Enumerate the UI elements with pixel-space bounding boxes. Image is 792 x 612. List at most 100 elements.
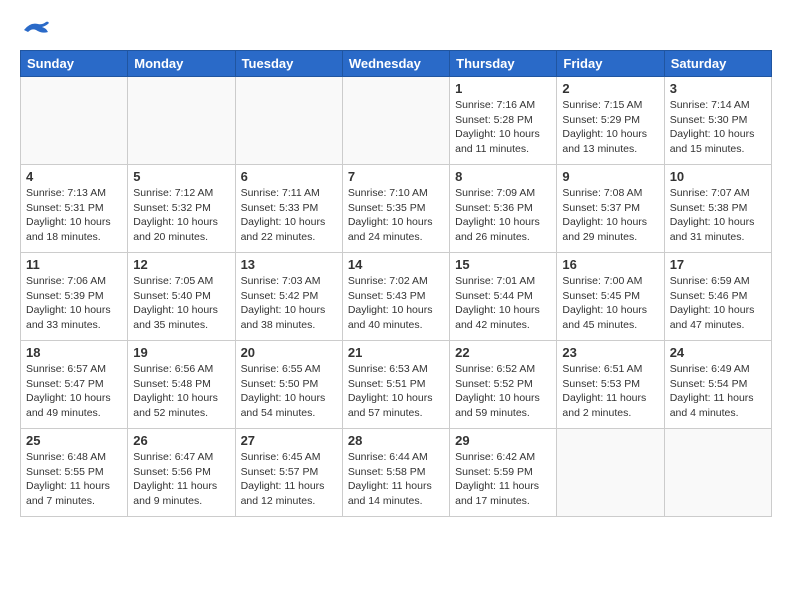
day-info: Sunrise: 7:15 AMSunset: 5:29 PMDaylight:… <box>562 98 658 157</box>
page: SundayMondayTuesdayWednesdayThursdayFrid… <box>0 0 792 527</box>
calendar-day-11: 11 Sunrise: 7:06 AMSunset: 5:39 PMDayligh… <box>21 253 128 341</box>
calendar-empty-cell <box>235 77 342 165</box>
calendar-day-6: 6 Sunrise: 7:11 AMSunset: 5:33 PMDaylight… <box>235 165 342 253</box>
weekday-header-monday: Monday <box>128 51 235 77</box>
day-number: 19 <box>133 345 229 360</box>
calendar-day-24: 24 Sunrise: 6:49 AMSunset: 5:54 PMDayligh… <box>664 341 771 429</box>
day-number: 8 <box>455 169 551 184</box>
calendar-week-row: 11 Sunrise: 7:06 AMSunset: 5:39 PMDayligh… <box>21 253 772 341</box>
day-info: Sunrise: 6:59 AMSunset: 5:46 PMDaylight:… <box>670 274 766 333</box>
weekday-header-sunday: Sunday <box>21 51 128 77</box>
calendar-day-8: 8 Sunrise: 7:09 AMSunset: 5:36 PMDaylight… <box>450 165 557 253</box>
calendar-week-row: 1 Sunrise: 7:16 AMSunset: 5:28 PMDaylight… <box>21 77 772 165</box>
day-number: 17 <box>670 257 766 272</box>
calendar-day-26: 26 Sunrise: 6:47 AMSunset: 5:56 PMDayligh… <box>128 429 235 517</box>
day-info: Sunrise: 7:10 AMSunset: 5:35 PMDaylight:… <box>348 186 444 245</box>
calendar-day-5: 5Sunrise: 7:12 AMSunset: 5:32 PMDaylight… <box>128 165 235 253</box>
calendar-day-3: 3 Sunrise: 7:14 AMSunset: 5:30 PMDaylight… <box>664 77 771 165</box>
day-info: Sunrise: 6:55 AMSunset: 5:50 PMDaylight:… <box>241 362 337 421</box>
day-info: Sunrise: 6:56 AMSunset: 5:48 PMDaylight:… <box>133 362 229 421</box>
calendar-day-29: 29 Sunrise: 6:42 AMSunset: 5:59 PMDayligh… <box>450 429 557 517</box>
calendar-day-28: 28 Sunrise: 6:44 AMSunset: 5:58 PMDayligh… <box>342 429 449 517</box>
day-number: 15 <box>455 257 551 272</box>
day-info: Sunrise: 7:14 AMSunset: 5:30 PMDaylight:… <box>670 98 766 157</box>
day-info: Sunrise: 7:00 AMSunset: 5:45 PMDaylight:… <box>562 274 658 333</box>
calendar-day-10: 10Sunrise: 7:07 AMSunset: 5:38 PMDayligh… <box>664 165 771 253</box>
day-number: 24 <box>670 345 766 360</box>
calendar-day-1: 1 Sunrise: 7:16 AMSunset: 5:28 PMDaylight… <box>450 77 557 165</box>
day-number: 1 <box>455 81 551 96</box>
calendar-empty-cell <box>21 77 128 165</box>
calendar-day-20: 20 Sunrise: 6:55 AMSunset: 5:50 PMDayligh… <box>235 341 342 429</box>
day-number: 29 <box>455 433 551 448</box>
calendar-empty-cell <box>128 77 235 165</box>
day-number: 20 <box>241 345 337 360</box>
day-number: 5 <box>133 169 229 184</box>
calendar-day-12: 12 Sunrise: 7:05 AMSunset: 5:40 PMDayligh… <box>128 253 235 341</box>
day-info: Sunrise: 6:44 AMSunset: 5:58 PMDaylight:… <box>348 450 444 509</box>
day-number: 25 <box>26 433 122 448</box>
calendar-day-14: 14 Sunrise: 7:02 AMSunset: 5:43 PMDayligh… <box>342 253 449 341</box>
day-info: Sunrise: 7:03 AMSunset: 5:42 PMDaylight:… <box>241 274 337 333</box>
weekday-header-friday: Friday <box>557 51 664 77</box>
day-number: 26 <box>133 433 229 448</box>
calendar-table: SundayMondayTuesdayWednesdayThursdayFrid… <box>20 50 772 517</box>
day-number: 7 <box>348 169 444 184</box>
calendar-empty-cell <box>664 429 771 517</box>
day-info: Sunrise: 6:45 AMSunset: 5:57 PMDaylight:… <box>241 450 337 509</box>
day-info: Sunrise: 6:57 AMSunset: 5:47 PMDaylight:… <box>26 362 122 421</box>
day-info: Sunrise: 6:51 AMSunset: 5:53 PMDaylight:… <box>562 362 658 421</box>
day-info: Sunrise: 7:09 AMSunset: 5:36 PMDaylight:… <box>455 186 551 245</box>
day-number: 3 <box>670 81 766 96</box>
day-number: 21 <box>348 345 444 360</box>
logo-bird-icon <box>22 20 50 40</box>
logo <box>20 20 50 40</box>
day-number: 18 <box>26 345 122 360</box>
calendar-week-row: 18 Sunrise: 6:57 AMSunset: 5:47 PMDayligh… <box>21 341 772 429</box>
day-info: Sunrise: 6:42 AMSunset: 5:59 PMDaylight:… <box>455 450 551 509</box>
day-number: 6 <box>241 169 337 184</box>
day-number: 13 <box>241 257 337 272</box>
calendar-day-13: 13 Sunrise: 7:03 AMSunset: 5:42 PMDayligh… <box>235 253 342 341</box>
day-info: Sunrise: 6:53 AMSunset: 5:51 PMDaylight:… <box>348 362 444 421</box>
header <box>20 20 772 40</box>
calendar-day-17: 17 Sunrise: 6:59 AMSunset: 5:46 PMDayligh… <box>664 253 771 341</box>
weekday-header-saturday: Saturday <box>664 51 771 77</box>
calendar-day-2: 2 Sunrise: 7:15 AMSunset: 5:29 PMDaylight… <box>557 77 664 165</box>
calendar-day-23: 23 Sunrise: 6:51 AMSunset: 5:53 PMDayligh… <box>557 341 664 429</box>
day-number: 12 <box>133 257 229 272</box>
day-number: 16 <box>562 257 658 272</box>
calendar-day-19: 19 Sunrise: 6:56 AMSunset: 5:48 PMDayligh… <box>128 341 235 429</box>
day-info: Sunrise: 7:11 AMSunset: 5:33 PMDaylight:… <box>241 186 337 245</box>
day-info: Sunrise: 6:47 AMSunset: 5:56 PMDaylight:… <box>133 450 229 509</box>
day-info: Sunrise: 7:06 AMSunset: 5:39 PMDaylight:… <box>26 274 122 333</box>
day-number: 28 <box>348 433 444 448</box>
day-number: 4 <box>26 169 122 184</box>
day-info: Sunrise: 7:02 AMSunset: 5:43 PMDaylight:… <box>348 274 444 333</box>
calendar-header-row: SundayMondayTuesdayWednesdayThursdayFrid… <box>21 51 772 77</box>
calendar-day-25: 25 Sunrise: 6:48 AMSunset: 5:55 PMDayligh… <box>21 429 128 517</box>
weekday-header-wednesday: Wednesday <box>342 51 449 77</box>
day-number: 9 <box>562 169 658 184</box>
day-number: 23 <box>562 345 658 360</box>
day-number: 27 <box>241 433 337 448</box>
day-info: Sunrise: 7:13 AMSunset: 5:31 PMDaylight:… <box>26 186 122 245</box>
day-number: 22 <box>455 345 551 360</box>
calendar-day-16: 16 Sunrise: 7:00 AMSunset: 5:45 PMDayligh… <box>557 253 664 341</box>
day-info: Sunrise: 6:52 AMSunset: 5:52 PMDaylight:… <box>455 362 551 421</box>
day-info: Sunrise: 7:08 AMSunset: 5:37 PMDaylight:… <box>562 186 658 245</box>
day-number: 11 <box>26 257 122 272</box>
weekday-header-tuesday: Tuesday <box>235 51 342 77</box>
day-info: Sunrise: 7:07 AMSunset: 5:38 PMDaylight:… <box>670 186 766 245</box>
calendar-week-row: 4 Sunrise: 7:13 AMSunset: 5:31 PMDaylight… <box>21 165 772 253</box>
calendar-day-7: 7 Sunrise: 7:10 AMSunset: 5:35 PMDaylight… <box>342 165 449 253</box>
calendar-day-4: 4 Sunrise: 7:13 AMSunset: 5:31 PMDaylight… <box>21 165 128 253</box>
day-info: Sunrise: 6:48 AMSunset: 5:55 PMDaylight:… <box>26 450 122 509</box>
day-info: Sunrise: 7:05 AMSunset: 5:40 PMDaylight:… <box>133 274 229 333</box>
day-number: 14 <box>348 257 444 272</box>
day-info: Sunrise: 6:49 AMSunset: 5:54 PMDaylight:… <box>670 362 766 421</box>
day-number: 2 <box>562 81 658 96</box>
weekday-header-thursday: Thursday <box>450 51 557 77</box>
day-info: Sunrise: 7:16 AMSunset: 5:28 PMDaylight:… <box>455 98 551 157</box>
calendar-day-21: 21 Sunrise: 6:53 AMSunset: 5:51 PMDayligh… <box>342 341 449 429</box>
